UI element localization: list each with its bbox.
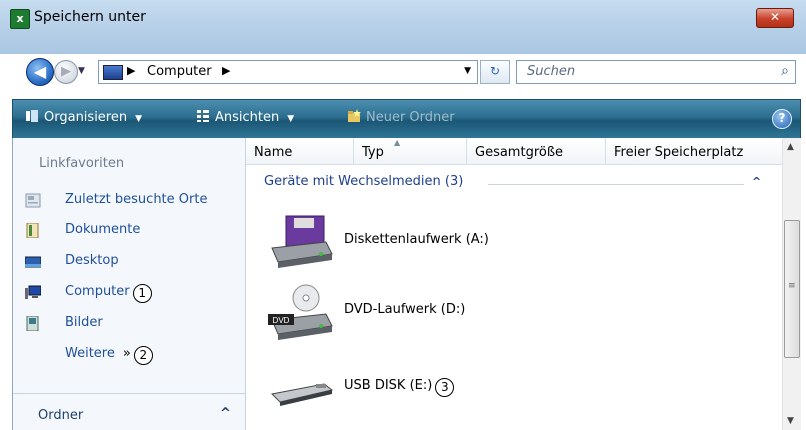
usb-drive-icon	[270, 383, 334, 406]
scroll-down-icon[interactable]: ▼	[787, 416, 794, 426]
group-header-removable-devices[interactable]: Geräte mit Wechselmedien (3)	[264, 174, 463, 189]
usb-drive-label: USB DISK (E:)	[344, 378, 433, 393]
forward-button[interactable]: ▶	[54, 60, 78, 84]
sidebar-item-label: Weitere » 2	[65, 346, 153, 365]
floppy-drive-icon	[271, 215, 333, 268]
column-header-label: Typ	[362, 145, 384, 160]
recent-places-icon	[25, 193, 41, 208]
favorite-links-header: Linkfavoriten	[39, 156, 125, 171]
address-dropdown-icon[interactable]: ▼	[464, 66, 471, 76]
save-as-dialog: x Speichern unter ✕ ◀ ▶ ▼ ▶ Computer ▶ ▼…	[0, 0, 806, 430]
file-list-pane: Name ▲ Typ Gesamtgröße Freier Speicherpla…	[246, 138, 782, 430]
organize-button[interactable]: Organisieren ▼	[25, 109, 142, 125]
sidebar-item-label: Bilder	[65, 315, 103, 330]
chevron-up-icon: ^	[220, 406, 231, 421]
computer-icon	[25, 285, 41, 299]
sidebar-item-computer-label: Computer	[65, 284, 130, 299]
column-header-type[interactable]: ▲ Typ	[354, 138, 467, 164]
computer-icon	[103, 65, 123, 80]
organize-label: Organisieren	[44, 110, 128, 125]
views-button[interactable]: Ansichten ▼	[196, 109, 294, 125]
desktop-icon	[25, 256, 41, 268]
callout-badge: 2	[133, 346, 153, 365]
column-header-label: Gesamtgröße	[475, 145, 564, 160]
refresh-button[interactable]: ↻	[480, 60, 510, 84]
documents-icon	[26, 223, 39, 238]
sidebar-item-label: Computer 1	[65, 284, 152, 303]
sidebar-item-label: Dokumente	[65, 222, 141, 237]
dvd-badge: DVD	[273, 316, 290, 325]
chevron-down-icon: ▼	[287, 114, 295, 124]
callout-badge: 1	[132, 284, 152, 303]
scroll-up-icon[interactable]: ▲	[787, 142, 794, 152]
vertical-scrollbar[interactable]: ▲ ≡ ▼	[782, 138, 801, 430]
drive-label: USB DISK (E:) 3	[344, 378, 455, 397]
search-input[interactable]: Suchen ⌕	[516, 60, 796, 84]
breadcrumb-computer[interactable]: Computer	[147, 64, 212, 79]
help-icon[interactable]: ?	[772, 109, 792, 129]
chevron-down-icon: ▼	[135, 114, 143, 124]
sort-ascending-icon: ▲	[394, 138, 401, 147]
breadcrumb-arrow-icon[interactable]: ▶	[127, 64, 135, 77]
excel-app-icon: x	[10, 9, 30, 29]
address-bar[interactable]: ▶ Computer ▶ ▼	[98, 60, 478, 84]
column-header-total-size[interactable]: Gesamtgröße	[467, 138, 606, 164]
dvd-drive-icon: DVD	[268, 284, 333, 340]
command-toolbar: Organisieren ▼ Ansichten ▼ Neuer Ordner ?	[12, 99, 801, 139]
window-title: Speichern unter	[34, 9, 146, 25]
chevron-up-icon[interactable]: ^	[752, 175, 761, 188]
views-icon	[197, 110, 209, 122]
column-header-name[interactable]: Name	[246, 138, 354, 164]
pictures-icon	[26, 316, 39, 331]
organize-icon	[26, 110, 38, 122]
scrollbar-thumb[interactable]: ≡	[784, 220, 800, 358]
content-area: Linkfavoriten Zuletzt besuchte Orte Doku…	[12, 138, 801, 430]
back-button[interactable]: ◀	[26, 58, 54, 86]
drive-item-dvd[interactable]: DVD DVD-Laufwerk (D:)	[266, 284, 766, 344]
more-label: Weitere	[65, 346, 115, 361]
recent-pages-dropdown[interactable]: ▼	[78, 66, 85, 76]
drive-item-floppy[interactable]: Diskettenlaufwerk (A:)	[266, 214, 766, 274]
column-header-label: Freier Speicherplatz	[614, 145, 744, 160]
group-divider	[488, 184, 744, 185]
grip-icon: ≡	[788, 281, 796, 291]
breadcrumb-arrow-icon[interactable]: ▶	[222, 64, 230, 77]
column-header-label: Name	[254, 145, 293, 160]
column-header-row: Name ▲ Typ Gesamtgröße Freier Speicherpla…	[246, 138, 782, 165]
double-chevron-icon: »	[122, 346, 131, 361]
callout-badge: 3	[435, 378, 455, 397]
title-bar: x Speichern unter ✕	[0, 0, 806, 54]
search-placeholder: Suchen	[527, 64, 576, 79]
search-icon[interactable]: ⌕	[781, 63, 789, 79]
views-label: Ansichten	[215, 110, 280, 125]
close-button[interactable]: ✕	[756, 8, 794, 28]
sidebar-item-label: Desktop	[65, 253, 119, 268]
sidebar-item-label: Zuletzt besuchte Orte	[65, 192, 208, 207]
new-folder-label: Neuer Ordner	[366, 110, 455, 125]
navigation-pane: Linkfavoriten Zuletzt besuchte Orte Doku…	[13, 138, 246, 430]
drive-label: DVD-Laufwerk (D:)	[344, 302, 466, 317]
navigation-row: ◀ ▶ ▼ ▶ Computer ▶ ▼ ↻ Suchen ⌕	[0, 54, 806, 88]
new-folder-icon	[348, 109, 361, 122]
drive-label: Diskettenlaufwerk (A:)	[344, 232, 489, 247]
new-folder-button[interactable]: Neuer Ordner	[347, 109, 455, 125]
drive-item-usb[interactable]: USB DISK (E:) 3	[266, 360, 766, 420]
folders-section-toggle[interactable]: Ordner ^	[13, 393, 245, 430]
column-header-free-space[interactable]: Freier Speicherplatz	[606, 138, 782, 164]
folders-label: Ordner	[38, 408, 84, 423]
